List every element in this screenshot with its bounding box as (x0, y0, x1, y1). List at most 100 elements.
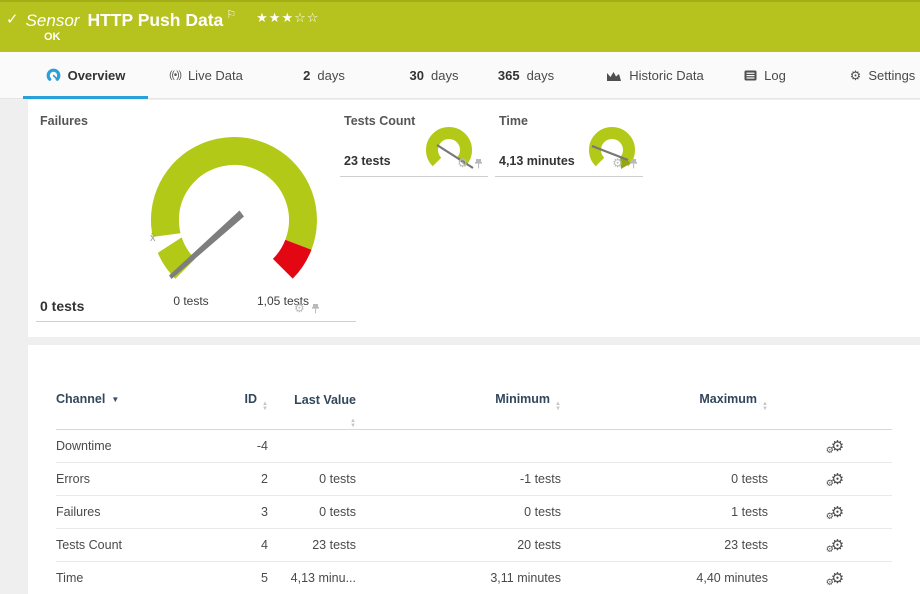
ok-check-icon: ✓ (6, 11, 19, 28)
minimum-value: -1 tests (359, 463, 564, 496)
minimum-value: 20 tests (359, 529, 564, 562)
tab-number: 30 (410, 68, 424, 83)
sensor-title: HTTP Push Data (87, 10, 223, 30)
column-header-id[interactable]: ID ▲▼ (226, 345, 271, 430)
pin-icon[interactable] (311, 303, 320, 314)
channel-name[interactable]: Tests Count (56, 538, 122, 552)
column-label: ID (245, 392, 258, 406)
tab-2-days[interactable]: 2 days (296, 52, 352, 99)
channel-id: -4 (226, 430, 271, 463)
tab-live-data[interactable]: ((•)) Live Data (160, 52, 252, 99)
failures-gauge-widget: Failures x̄ 0 tests 1,05 tests 0 tests ⚙ (36, 100, 356, 322)
gear-icon: ⚙ (826, 511, 834, 522)
sort-icon: ▲▼ (350, 419, 356, 429)
channel-id: 4 (226, 529, 271, 562)
table-header-row: Channel▼ ID ▲▼ Last Value ▲▼ Minimum ▲▼ Max… (56, 345, 892, 430)
tab-label: days (317, 68, 344, 83)
area-chart-icon (606, 70, 622, 82)
tab-30-days[interactable]: 30 days (402, 52, 466, 99)
table-row: Time 5 4,13 minu... 3,11 minutes 4,40 mi… (56, 562, 892, 594)
gauge-actions: ⚙ (294, 302, 320, 314)
sort-desc-icon: ▼ (111, 395, 119, 404)
tab-overview[interactable]: Overview (23, 52, 148, 99)
gauge-title: Failures (40, 114, 88, 128)
gauge-current-value: 4,13 minutes (499, 154, 575, 168)
last-value: 0 tests (271, 496, 359, 529)
channel-settings-button[interactable]: ⚙⚙ (831, 472, 844, 487)
channel-id: 3 (226, 496, 271, 529)
gear-icon: ⚙ (826, 544, 834, 555)
channel-id: 2 (226, 463, 271, 496)
live-data-icon: ((•)) (169, 70, 181, 81)
last-value: 4,13 minu... (271, 562, 359, 594)
gauge-current-value: 23 tests (344, 154, 391, 168)
gear-icon[interactable]: ⚙ (457, 157, 468, 169)
tab-label: days (431, 68, 458, 83)
table-row: Errors 2 0 tests -1 tests 0 tests ⚙⚙ (56, 463, 892, 496)
log-list-icon (744, 70, 757, 81)
column-label: Minimum (495, 392, 550, 406)
pin-icon[interactable] (474, 158, 483, 169)
gauge-actions: ⚙ (457, 157, 483, 169)
tab-settings[interactable]: ⚙ Settings (845, 52, 920, 99)
last-value: 23 tests (271, 529, 359, 562)
pin-icon[interactable] (629, 158, 638, 169)
column-header-last-value[interactable]: Last Value ▲▼ (271, 345, 359, 430)
tab-bar: Overview ((•)) Live Data 2 days 30 days … (0, 52, 920, 99)
gear-icon: ⚙ (826, 478, 834, 489)
maximum-value: 0 tests (564, 463, 771, 496)
sensor-status-bar: ✓SensorHTTP Push Data⚐★★★☆☆ OK (0, 0, 920, 52)
column-header-maximum[interactable]: Maximum▲▼ (564, 345, 771, 430)
tab-365-days[interactable]: 365 days (490, 52, 562, 99)
gear-icon: ⚙ (850, 68, 862, 84)
channel-settings-button[interactable]: ⚙⚙ (831, 505, 844, 520)
maximum-value: 23 tests (564, 529, 771, 562)
tab-historic-data[interactable]: Historic Data (600, 52, 710, 99)
priority-star-rating[interactable]: ★★★☆☆ (256, 10, 319, 25)
tab-label: Historic Data (629, 68, 703, 83)
channel-name[interactable]: Downtime (56, 439, 112, 453)
channel-settings-button[interactable]: ⚙⚙ (831, 571, 844, 586)
tab-number: 365 (498, 68, 520, 83)
gear-icon[interactable]: ⚙ (294, 302, 305, 314)
failures-gauge (146, 132, 322, 290)
channel-name[interactable]: Errors (56, 472, 90, 486)
gauge-actions: ⚙ (612, 157, 638, 169)
stars-filled: ★★★ (256, 10, 294, 25)
tab-label: Log (764, 68, 786, 83)
gauge-title: Time (499, 114, 528, 128)
tab-log[interactable]: Log (740, 52, 790, 99)
table-row: Failures 3 0 tests 0 tests 1 tests ⚙⚙ (56, 496, 892, 529)
gauge-scale-min: 0 tests (154, 294, 228, 308)
sort-icon: ▲▼ (262, 402, 268, 412)
gauge-icon (46, 68, 61, 83)
gear-icon[interactable]: ⚙ (612, 157, 623, 169)
channel-name[interactable]: Failures (56, 505, 100, 519)
flag-icon[interactable]: ⚐ (226, 9, 236, 21)
average-marker-label: x̄ (150, 232, 156, 244)
channel-name[interactable]: Time (56, 571, 83, 585)
column-header-channel[interactable]: Channel▼ (56, 345, 226, 430)
maximum-value: 1 tests (564, 496, 771, 529)
gauge-title: Tests Count (344, 114, 415, 128)
channel-id: 5 (226, 562, 271, 594)
maximum-value (564, 430, 771, 463)
sensor-status-text: OK (44, 31, 61, 43)
tab-label: Overview (68, 68, 126, 83)
column-header-minimum[interactable]: Minimum ▲▼ (359, 345, 564, 430)
channel-settings-button[interactable]: ⚙⚙ (831, 538, 844, 553)
column-label: Last Value (294, 393, 356, 407)
channels-table-panel: Channel▼ ID ▲▼ Last Value ▲▼ Minimum ▲▼ Max… (28, 345, 920, 594)
tab-label: days (527, 68, 554, 83)
gear-icon: ⚙ (826, 445, 834, 456)
sort-icon: ▲▼ (555, 402, 561, 412)
channel-settings-button[interactable]: ⚙⚙ (831, 439, 844, 454)
gauge-current-value: 0 tests (40, 298, 84, 314)
active-tab-underline (23, 96, 148, 99)
sensor-page: ✓SensorHTTP Push Data⚐★★★☆☆ OK Overview … (0, 0, 920, 594)
table-row: Tests Count 4 23 tests 20 tests 23 tests… (56, 529, 892, 562)
minimum-value (359, 430, 564, 463)
gauges-panel: Failures x̄ 0 tests 1,05 tests 0 tests ⚙… (28, 100, 920, 337)
column-label: Maximum (699, 392, 757, 406)
sensor-title-row: ✓SensorHTTP Push Data⚐★★★☆☆ (6, 8, 319, 31)
